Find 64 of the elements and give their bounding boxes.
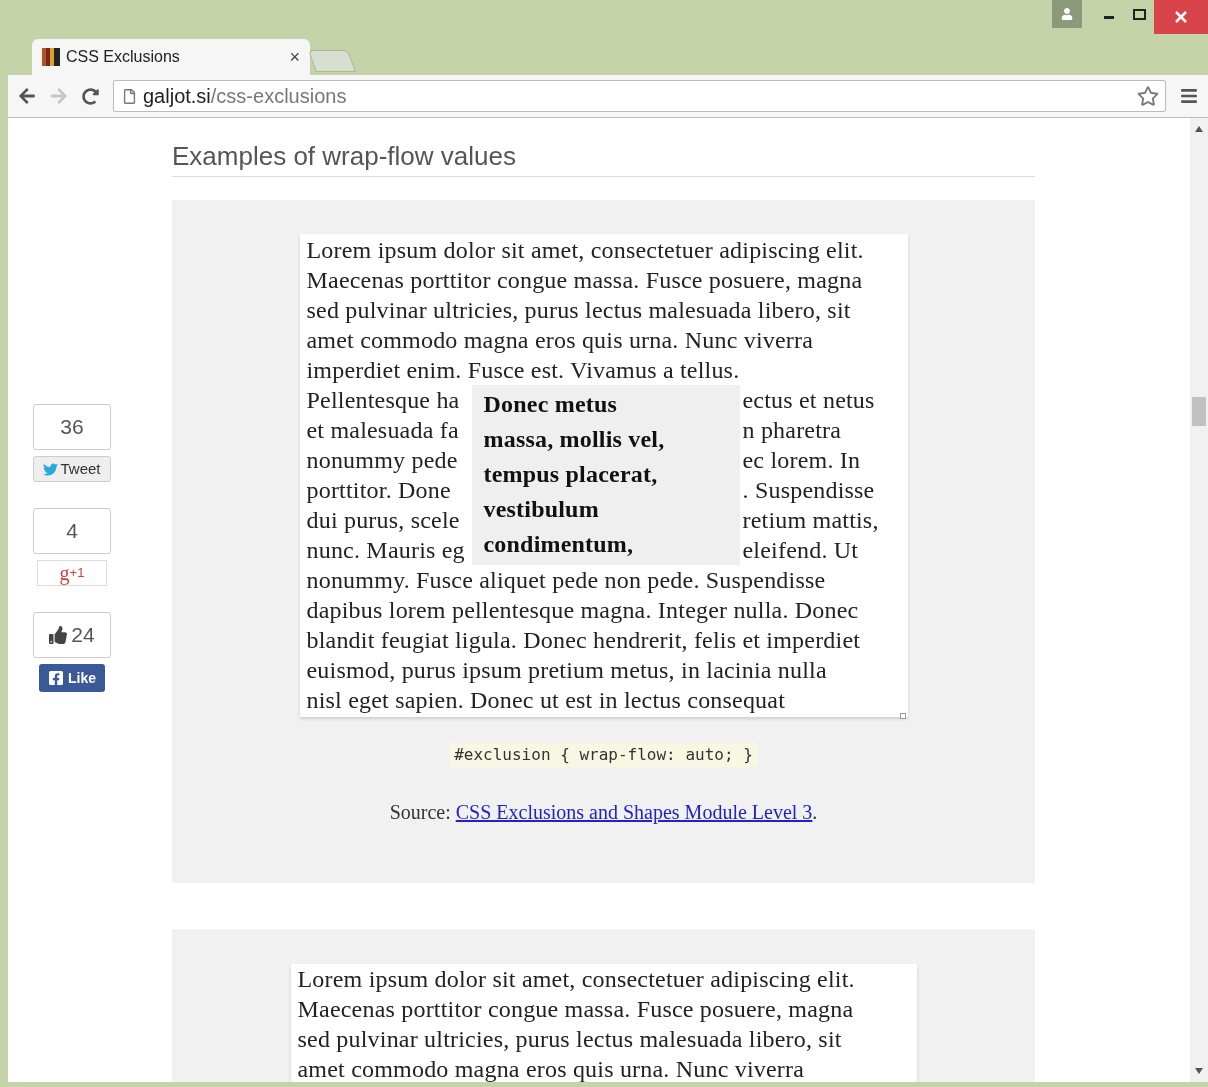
paragraph-line: nonummy pede: [306, 446, 459, 475]
paragraph-line: ec lorem. In: [742, 446, 861, 475]
paragraph-line: nisl eget sapien. Donec ut est in lectus consequat: [306, 686, 787, 715]
paragraph-line: imperdiet enim. Fusce est. Vivamus a tellus.: [306, 356, 741, 385]
paragraph-line: amet commodo magna eros quis urna. Nunc viverra: [306, 326, 815, 355]
favicon-icon: [42, 48, 60, 66]
scroll-up-icon[interactable]: [1195, 126, 1203, 132]
close-icon: [1175, 11, 1187, 23]
paragraph-line: blandit feugiat ligula. Donec hendrerit, felis et imperdiet: [306, 626, 862, 655]
tweet-button[interactable]: Tweet: [33, 456, 111, 482]
paragraph-line: porttitor. Done: [306, 476, 452, 505]
source-label: Source:: [389, 801, 452, 823]
paragraph-line: et malesuada fa: [306, 416, 460, 445]
paragraph-line: retium mattis,: [742, 506, 879, 535]
paragraph-line: Maecenas porttitor congue massa. Fusce posuere, magna: [297, 995, 855, 1024]
paragraph-line: Maecenas porttitor congue massa. Fusce posuere, magna: [306, 266, 864, 295]
thumbs-up-icon: [49, 626, 68, 644]
exclusion-text: Donec metus: [483, 390, 618, 419]
page-icon: [122, 88, 137, 104]
scrollbar[interactable]: [1190, 118, 1208, 1082]
paragraph-line: eleifend. Ut: [742, 536, 859, 565]
menu-icon[interactable]: [1180, 87, 1198, 105]
share-count: 4: [33, 508, 111, 554]
address-bar[interactable]: galjot.si/css-exclusions: [113, 80, 1166, 112]
exclusion-text: vestibulum: [483, 495, 600, 524]
exclusion-text: massa, mollis vel,: [483, 425, 666, 454]
paragraph-line: dui purus, scele: [306, 506, 461, 535]
scroll-thumb[interactable]: [1192, 397, 1206, 426]
url-text: galjot.si/css-exclusions: [143, 84, 348, 109]
facebook-icon: [48, 670, 64, 686]
paragraph-line: amet commodo magna eros quis urna. Nunc viverra: [297, 1055, 806, 1082]
plus-one-button[interactable]: g+1: [37, 560, 107, 586]
paragraph-line: n pharetra: [742, 416, 842, 445]
paragraph-line: Lorem ipsum dolor sit amet, consectetuer adipiscing elit.: [306, 236, 865, 265]
paragraph-line: . Suspendisse: [742, 476, 875, 505]
period: .: [812, 801, 818, 823]
paragraph-line: Pellentesque ha: [306, 386, 461, 415]
like-button[interactable]: Like: [39, 664, 105, 692]
bird-icon: [43, 461, 59, 477]
source-link[interactable]: CSS Exclusions and Shapes Module Level 3: [455, 801, 813, 823]
exclusion-text: condimentum,: [483, 530, 635, 559]
reload-icon[interactable]: [82, 87, 99, 105]
paragraph-line: dapibus lorem pellentesque magna. Integer nulla. Donec: [306, 596, 860, 625]
paragraph-line: ectus et netus: [742, 386, 875, 415]
paragraph-line: euismod, purus ipsum pretium metus, in lacinia nulla: [306, 656, 828, 685]
section-heading: Examples of wrap-flow values: [172, 138, 1035, 177]
code-snippet: #exclusion { wrap-flow: auto; }: [450, 743, 757, 767]
share-count: 24: [33, 612, 111, 658]
exclusion-text: tempus placerat,: [483, 460, 659, 489]
profile-button[interactable]: [1052, 0, 1082, 28]
scroll-down-icon[interactable]: [1195, 1068, 1203, 1074]
paragraph-line: sed pulvinar ultricies, purus lectus malesuada libero, sit: [306, 296, 852, 325]
tab-title: CSS Exclusions: [66, 47, 181, 67]
close-window-button[interactable]: [1154, 0, 1208, 34]
paragraph-line: nunc. Mauris eg: [306, 536, 466, 565]
paragraph-line: nonummy. Fusce aliquet pede non pede. Suspendisse: [306, 566, 827, 595]
back-icon[interactable]: [18, 87, 36, 105]
tab-close[interactable]: ×: [289, 43, 300, 71]
paragraph-line: sed pulvinar ultricies, purus lectus malesuada libero, sit: [297, 1025, 843, 1054]
user-icon: [1061, 8, 1073, 20]
browser-tab[interactable]: CSS Exclusions ×: [32, 39, 310, 75]
paragraph-line: Lorem ipsum dolor sit amet, consectetuer adipiscing elit.: [297, 965, 856, 994]
bookmark-star-icon[interactable]: [1137, 85, 1159, 107]
share-count: 36: [33, 404, 111, 450]
